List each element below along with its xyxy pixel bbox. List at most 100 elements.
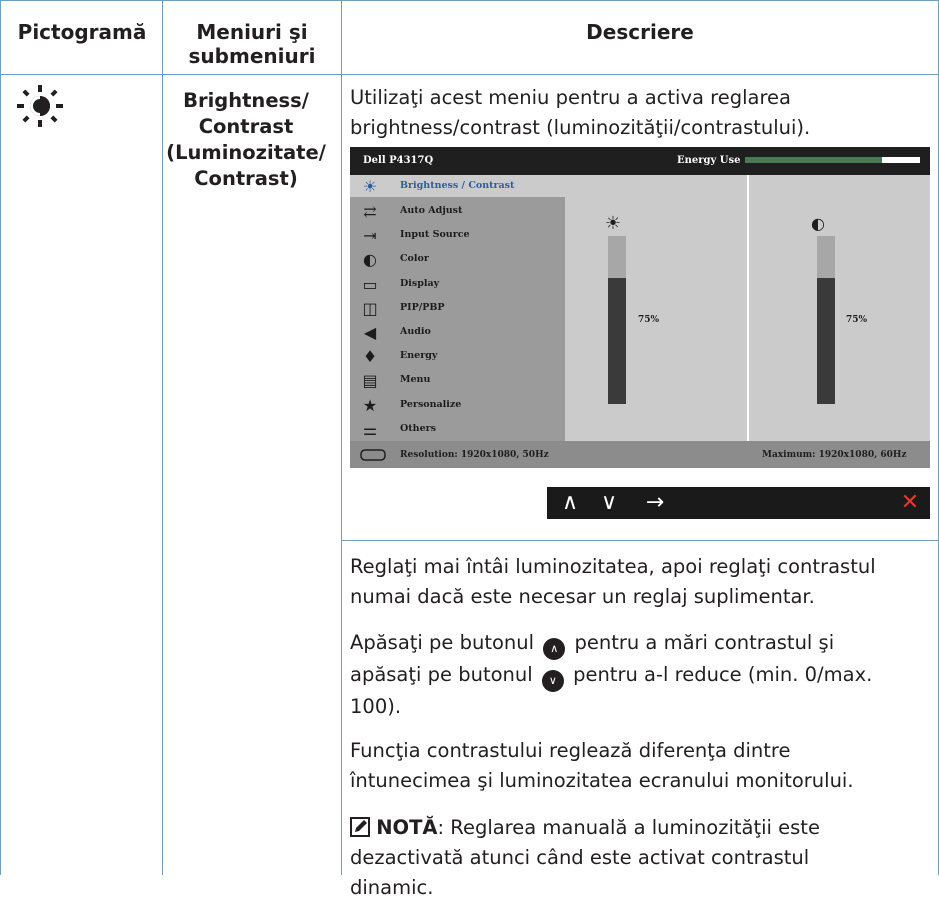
osd-item-label: Menu xyxy=(400,374,431,386)
header-divider xyxy=(0,74,939,75)
osd-item-label: Auto Adjust xyxy=(400,205,463,216)
brightness-slider-fill xyxy=(608,278,626,404)
osd-item-label: Energy xyxy=(400,350,438,362)
audio-icon: ◀ xyxy=(363,323,377,342)
header-pictograma: Pictogramă xyxy=(17,20,147,44)
down-button-icon: ∨ xyxy=(541,670,564,692)
osd-item-pip-pbp[interactable]: ◫ PIP/PBP xyxy=(350,297,565,321)
osd-item-personalize[interactable]: ★ Personalize xyxy=(350,394,565,418)
menu-name: Brightness/ Contrast (Luminozitate/ Cont… xyxy=(166,88,326,192)
osd-item-label: Brightness / Contrast xyxy=(400,180,515,191)
hdmi-icon xyxy=(360,449,386,461)
paragraph-2-line3: 100). xyxy=(350,695,402,718)
osd-item-label: Input Source xyxy=(400,229,470,241)
brightness-value: 75% xyxy=(638,315,660,325)
menu-name-line1: Brightness/ xyxy=(183,89,309,112)
note-line2: dezactivată atunci când este activat con… xyxy=(350,846,810,869)
osd-menu: Dell P4317Q Energy Use ☀ Brightness / Co… xyxy=(350,147,930,468)
paragraph-2-line2-start: apăsaţi pe butonul xyxy=(350,663,533,686)
energy-icon: ♦ xyxy=(362,347,378,367)
osd-item-label: PIP/PBP xyxy=(400,301,445,313)
osd-divider xyxy=(747,175,749,441)
osd-item-input-source[interactable]: ⇥ Input Source xyxy=(350,224,565,248)
paragraph-3-line2: întunecimea şi luminozitatea ecranului m… xyxy=(350,769,854,792)
brightness-contrast-icon xyxy=(17,85,63,127)
osd-item-display[interactable]: ▭ Display xyxy=(350,273,565,297)
menu-name-line3: (Luminozitate/ xyxy=(166,141,326,164)
osd-selected-row[interactable]: ☀ Brightness / Contrast xyxy=(350,175,930,197)
paragraph-2-line2-end: pentru a-l reduce (min. 0/max. xyxy=(573,663,873,686)
row-divider xyxy=(341,540,939,541)
others-icon: ⚌ xyxy=(362,419,378,439)
osd-item-color[interactable]: ◐ Color xyxy=(350,248,565,272)
paragraph-2-line2: apăsaţi pe butonul ∨ pentru a-l reduce (… xyxy=(350,660,935,692)
personalize-icon: ★ xyxy=(362,395,378,415)
color-icon: ◐ xyxy=(363,250,377,270)
paragraph-1-line1: Reglaţi mai întâi luminozitatea, apoi re… xyxy=(350,555,876,578)
table-border-col2 xyxy=(341,0,342,875)
osd-item-energy[interactable]: ♦ Energy xyxy=(350,345,565,369)
header-meniuri-line1: Meniuri şi xyxy=(196,20,308,44)
osd-item-label: Color xyxy=(400,253,429,265)
input-source-icon: ⇥ xyxy=(363,226,377,246)
intro-line1: Utilizaţi acest meniu pentru a activa re… xyxy=(350,86,792,109)
osd-item-menu[interactable]: ▤ Menu xyxy=(350,369,565,393)
energy-use-bar xyxy=(745,157,920,163)
osd-energy-label: Energy Use xyxy=(677,155,741,166)
table-border-top xyxy=(0,0,939,1)
paragraph-3: Funcţia contrastului reglează diferenţa … xyxy=(350,736,935,796)
up-button-icon: ∧ xyxy=(543,638,566,660)
brightness-slider[interactable] xyxy=(608,236,626,404)
contrast-value: 75% xyxy=(846,315,868,325)
paragraph-1: Reglaţi mai întâi luminozitatea, apoi re… xyxy=(350,552,935,612)
osd-contrast-slider-icon: ◐ xyxy=(811,214,825,233)
osd-brightness-icon: ☀ xyxy=(362,177,378,196)
paragraph-2: Apăsaţi pe butonul ∧ pentru a mări contr… xyxy=(350,628,935,722)
osd-resolution: Resolution: 1920x1080, 50Hz xyxy=(400,450,549,460)
osd-item-others[interactable]: ⚌ Others xyxy=(350,418,565,442)
osd-up-button[interactable]: ∧ xyxy=(552,487,588,519)
paragraph-1-line2: numai dacă este necesar un reglaj suplim… xyxy=(350,585,815,608)
osd-item-label: Audio xyxy=(400,326,431,337)
note-line1-text: : Reglarea manuală a luminozităţii este xyxy=(437,816,820,839)
osd-title-bar: Dell P4317Q Energy Use xyxy=(350,147,930,175)
osd-status-bar: Resolution: 1920x1080, 50Hz Maximum: 192… xyxy=(350,441,930,468)
menu-icon: ▤ xyxy=(362,371,378,391)
header-meniuri-line2: submeniuri xyxy=(188,44,316,68)
note-line3: dinamic. xyxy=(350,876,434,899)
osd-maximum-resolution: Maximum: 1920x1080, 60Hz xyxy=(762,450,907,460)
paragraph-3-line1: Funcţia contrastului reglează diferenţa … xyxy=(350,739,791,762)
note: NOTĂ: Reglarea manuală a luminozităţii e… xyxy=(350,813,935,903)
header-descriere: Descriere xyxy=(586,20,694,44)
osd-exit-button[interactable]: ✕ xyxy=(892,487,928,519)
note-label: NOTĂ xyxy=(376,816,438,839)
paragraph-2-line1: Apăsaţi pe butonul ∧ pentru a mări contr… xyxy=(350,628,935,660)
osd-enter-button[interactable]: → xyxy=(637,487,673,519)
intro-text: Utilizaţi acest meniu pentru a activa re… xyxy=(350,83,935,143)
osd-item-label: Others xyxy=(400,422,436,434)
paragraph-2-line1-start: Apăsaţi pe butonul xyxy=(350,631,535,654)
auto-adjust-icon: ⇄ xyxy=(363,202,377,221)
pencil-note-icon xyxy=(350,817,370,837)
osd-down-button[interactable]: ∨ xyxy=(591,487,627,519)
contrast-slider[interactable] xyxy=(817,236,835,404)
osd-item-auto-adjust[interactable]: ⇄ Auto Adjust xyxy=(350,200,565,224)
osd-button-bar: ∧ ∨ → ✕ xyxy=(547,487,930,519)
menu-name-line2: Contrast xyxy=(198,115,294,138)
paragraph-2-line1-end: pentru a mări contrastul şi xyxy=(574,631,835,654)
pip-pbp-icon: ◫ xyxy=(362,298,378,318)
menu-name-line4: Contrast) xyxy=(194,167,298,190)
table-border-left xyxy=(0,0,1,875)
osd-title: Dell P4317Q xyxy=(363,155,434,166)
osd-brightness-slider-icon: ☀ xyxy=(604,213,622,234)
energy-use-fill xyxy=(745,157,882,163)
display-icon: ▭ xyxy=(362,274,378,294)
header-meniuri: Meniuri şi submeniuri xyxy=(164,20,340,68)
intro-line2: brightness/contrast (luminozităţii/contr… xyxy=(350,116,811,139)
osd-item-label: Display xyxy=(400,277,440,289)
osd-item-audio[interactable]: ◀ Audio xyxy=(350,321,565,345)
table-border-col1 xyxy=(162,0,163,875)
osd-item-label: Personalize xyxy=(400,398,462,410)
contrast-slider-fill xyxy=(817,278,835,404)
note-line1: NOTĂ: Reglarea manuală a luminozităţii e… xyxy=(350,813,935,843)
